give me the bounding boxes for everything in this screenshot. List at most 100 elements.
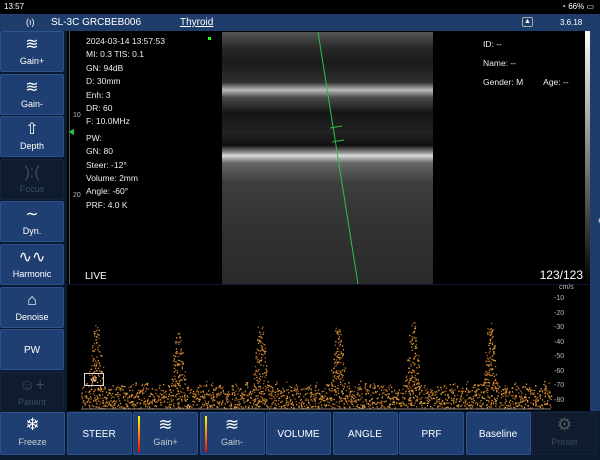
volume-button[interactable]: VOLUME [266,412,331,455]
spectrum-sample [488,382,489,383]
spectrum-sample [291,403,292,404]
spectrum-sample [212,407,213,408]
spectrum-sample [348,396,349,397]
spectrum-sample [206,393,207,394]
collapse-panel-button[interactable]: 〈 [590,31,600,411]
spectrum-sample [460,400,461,401]
spectrum-sample [338,334,339,335]
spectrum-sample [175,361,176,362]
spectrum-sample [427,405,428,406]
spectrum-sample [514,398,515,399]
spectrum-sample [389,388,390,389]
spectrum-sample [259,392,260,393]
spectrum-sample [442,392,443,393]
spectrum-sample [98,368,99,369]
spectrum-sample [421,401,422,402]
angle-button[interactable]: ANGLE [333,412,398,455]
parameter-list: 2024-03-14 13:57:53MI: 0.3 TIS: 0.1GN: 9… [86,35,165,212]
spectrum-sample [256,352,257,353]
spectrum-sample [167,398,168,399]
prf-button[interactable]: PRF [399,412,464,455]
spectrum-sample [320,398,321,399]
spectrum-sample [104,387,105,388]
spectrum-sample [409,357,410,358]
gain-button[interactable]: ≋Gain+ [133,412,198,455]
spectrum-sample [323,391,324,392]
spectrum-sample [308,389,309,390]
spectrum-sample [211,397,212,398]
steer-button[interactable]: STEER [67,412,132,455]
spectrum-sample [260,360,261,361]
spectrum-sample [548,383,549,384]
freeze-button[interactable]: ❄Freeze [0,412,65,455]
spectrum-sample [263,334,264,335]
spectrum-sample [267,407,268,408]
spectrum-sample [339,345,340,346]
baseline-button[interactable]: Baseline [466,412,531,455]
spectrum-sample [411,378,412,379]
gain-button[interactable]: ≋Gain- [200,412,265,455]
spectrum-sample [334,367,335,368]
spectrum-sample [256,387,257,388]
sidebar-button-dyn[interactable]: ∼Dyn. [0,201,64,242]
spectrum-sample [175,385,176,386]
spectrum-sample [89,405,90,406]
spectrum-sample [176,348,177,349]
spectrum-sample [466,389,467,390]
spectrum-sample [415,375,416,376]
spectrum-sample [154,401,155,402]
spectrum-sample [346,401,347,402]
spectrum-sample [477,397,478,398]
spectrum-sample [354,391,355,392]
sidebar-button-gain[interactable]: ≋Gain- [0,74,64,115]
spectrum-sample [468,392,469,393]
spectrum-sample [247,387,248,388]
image-icon[interactable]: ▲ [522,17,533,27]
waveform-icon[interactable]: ∿ [84,373,104,386]
spectrum-sample [299,402,300,403]
spectrum-sample [535,385,536,386]
spectrum-sample [192,401,193,402]
spectrum-sample [460,398,461,399]
spectrum-sample [324,395,325,396]
sidebar-button-depth[interactable]: ⇧Depth [0,116,64,157]
spectrum-sample [375,404,376,405]
spectrum-sample [137,403,138,404]
spectrum-sample [483,392,484,393]
spectrum-sample [327,397,328,398]
spectrum-sample [99,370,100,371]
spectrum-sample [510,403,511,404]
sidebar-button-denoise[interactable]: ⌂Denoise [0,287,64,328]
spectrum-sample [468,390,469,391]
depth-icon: ⇧ [1,117,63,141]
spectrum-sample [265,402,266,403]
spectrum-sample [177,399,178,400]
sidebar-button-gain[interactable]: ≋Gain+ [0,31,64,72]
velocity-tick: -70 [554,382,564,389]
exam-preset[interactable]: Thyroid [180,14,213,31]
spectrum-sample [489,374,490,375]
spectrum-sample [285,407,286,408]
spectrum-sample [293,404,294,405]
spectrum-sample [178,385,179,386]
spectrum-sample [366,399,367,400]
spectrum-sample [169,401,170,402]
spectrum-sample [519,396,520,397]
spectrum-sample [254,392,255,393]
spectrum-sample [389,397,390,398]
sidebar-button-harmonic[interactable]: ∿∿Harmonic [0,244,64,285]
sidebar-button-pw[interactable]: PW [0,329,64,370]
spectrum-sample [344,383,345,384]
spectrum-sample [174,358,175,359]
spectrum-sample [411,372,412,373]
spectrum-sample [359,389,360,390]
spectrum-sample [94,399,95,400]
spectrum-sample [347,403,348,404]
spectrum-sample [409,335,410,336]
spectrum-sample [255,398,256,399]
spectrum-sample [417,387,418,388]
spectrum-sample [550,399,551,400]
spectrum-sample [485,379,486,380]
spectrum-sample [287,389,288,390]
spectrum-sample [514,384,515,385]
